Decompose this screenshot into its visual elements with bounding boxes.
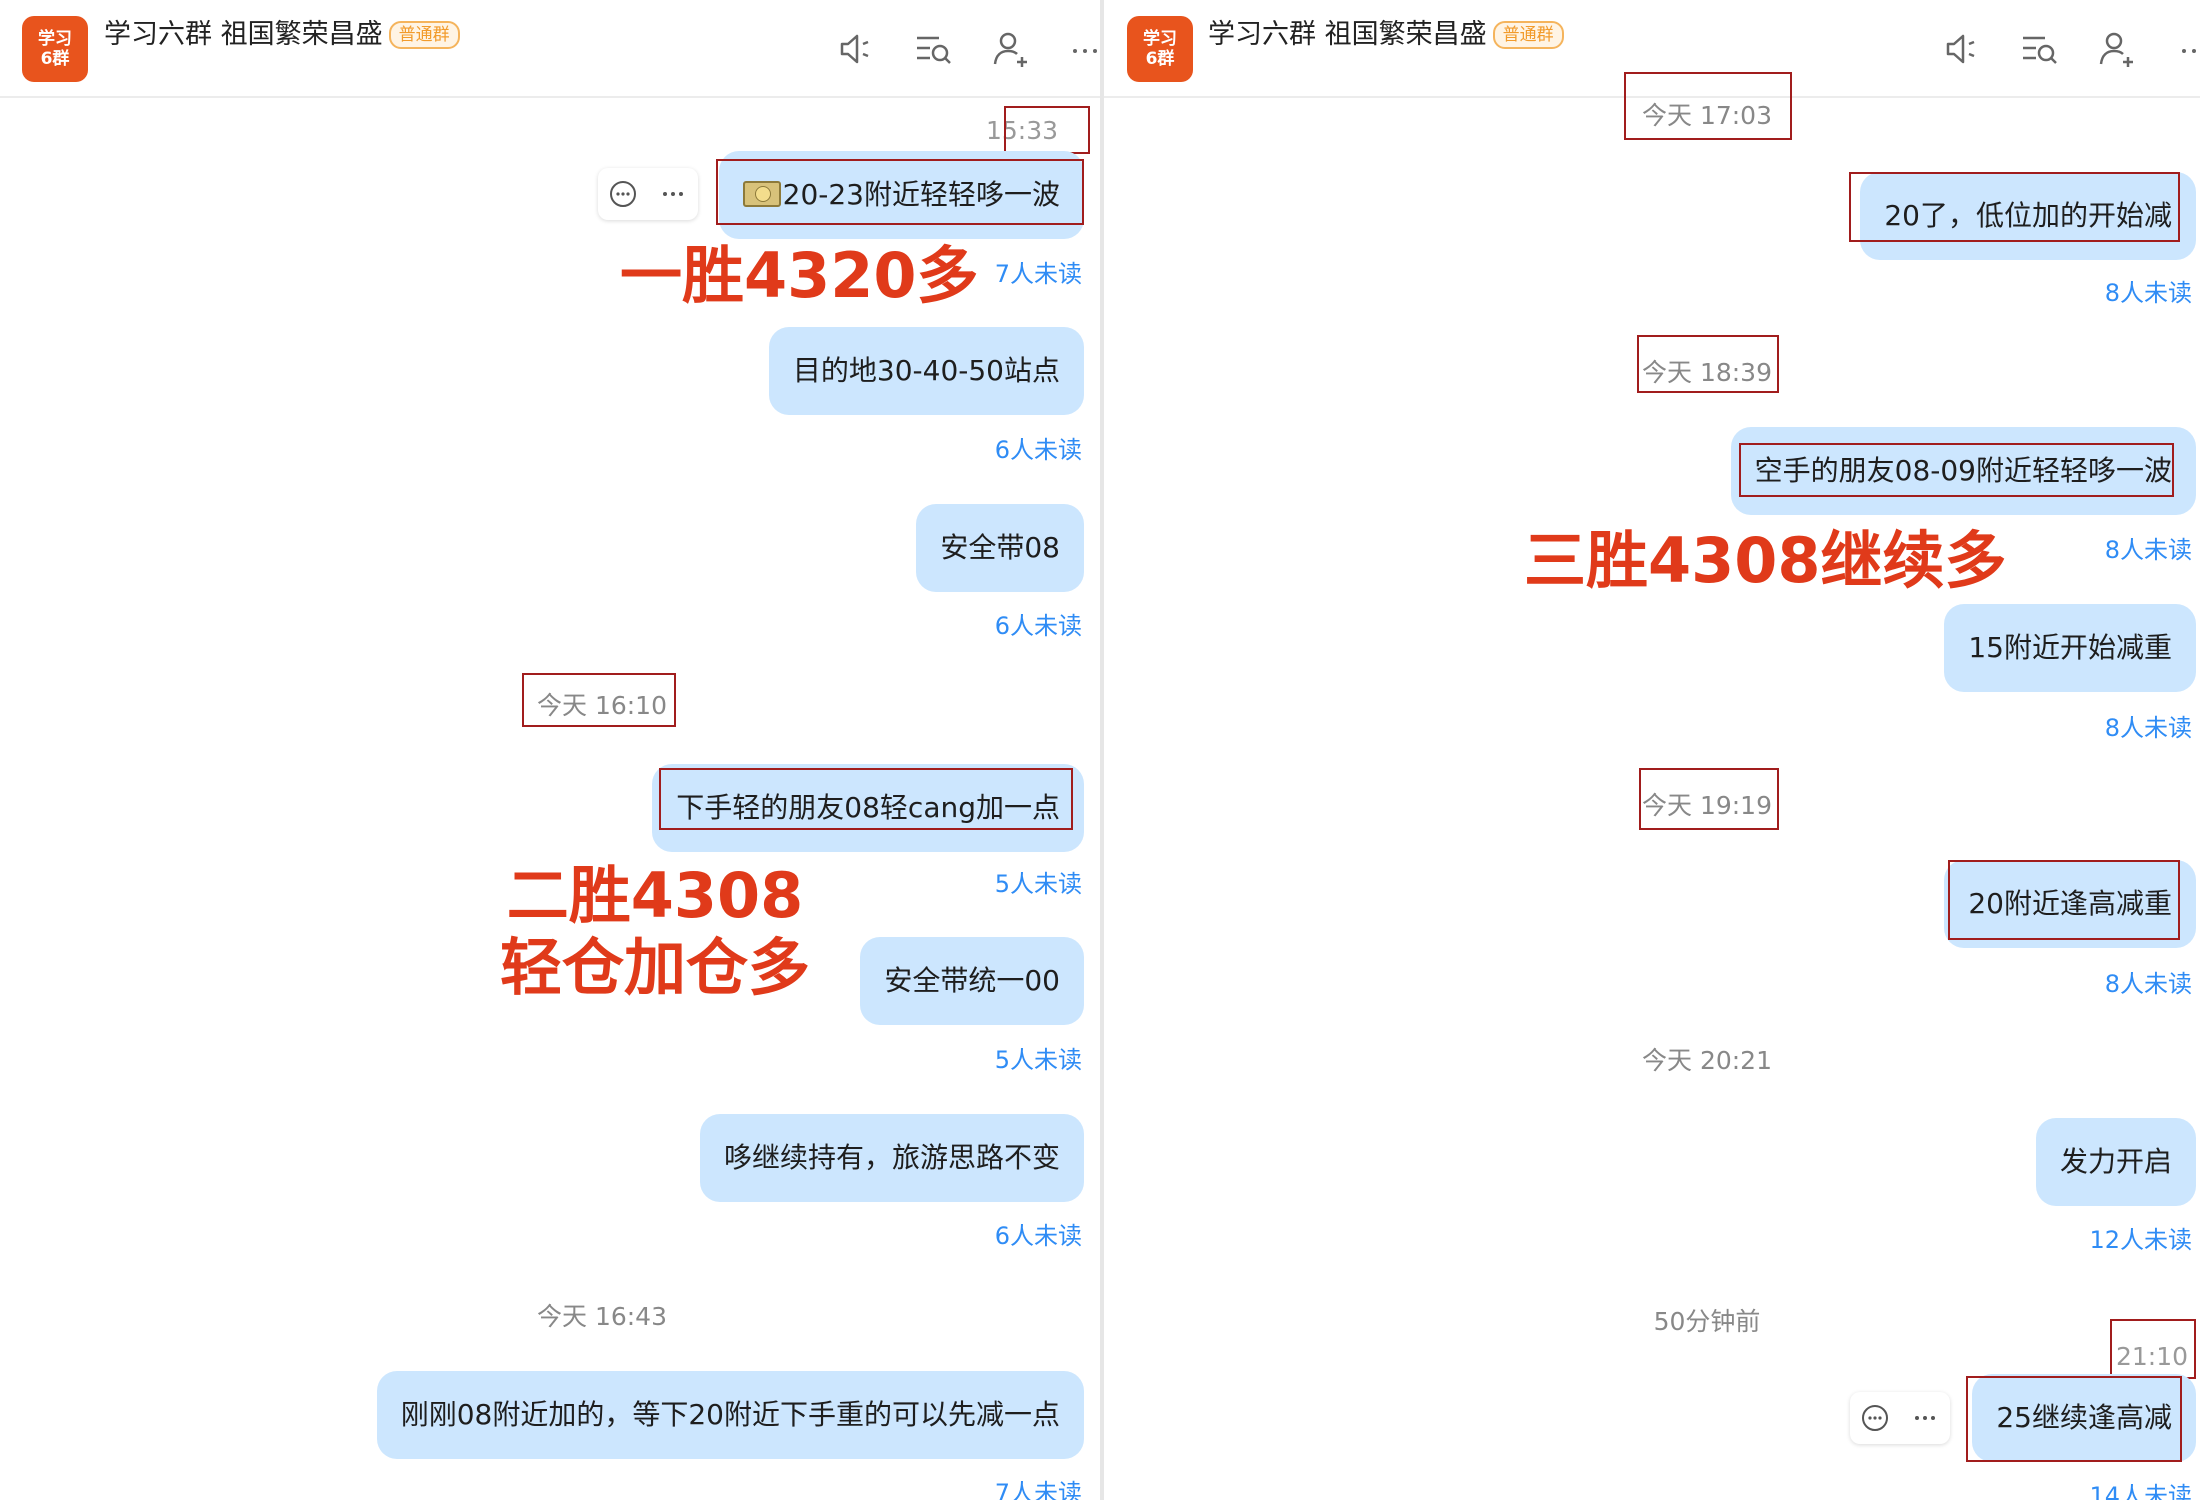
annotation-second-win: 二胜4308 轻仓加仓多	[490, 860, 820, 1004]
group-avatar[interactable]: 学习 6群	[1127, 16, 1193, 82]
add-member-icon	[2099, 32, 2133, 67]
group-type-badge: 普通群	[1492, 21, 1564, 49]
avatar-line2: 6群	[1145, 49, 1175, 69]
chat-header: 学习 6群 学习六群 祖国繁荣昌盛 普通群	[1104, 0, 2200, 98]
unread-count[interactable]: 8人未读	[2105, 273, 2192, 308]
chat-search-icon	[917, 36, 951, 64]
avatar-line1: 学习	[38, 29, 72, 49]
group-title[interactable]: 学习六群 祖国繁荣昌盛 普通群	[104, 12, 460, 51]
time-separator: 今天 16:10	[537, 691, 667, 720]
message-bubble[interactable]: 15附近开始减重	[1944, 604, 2196, 692]
message-bubble[interactable]: 目的地30-40-50站点	[768, 327, 1084, 415]
unread-count[interactable]: 8人未读	[2105, 708, 2192, 743]
unread-count[interactable]: 7人未读	[995, 254, 1082, 289]
unread-count[interactable]: 5人未读	[995, 1040, 1082, 1075]
avatar-line2: 6群	[40, 49, 70, 69]
add-member-icon	[993, 32, 1027, 67]
unread-count[interactable]: 6人未读	[995, 430, 1082, 465]
unread-count[interactable]: 14人未读	[2089, 1476, 2192, 1500]
group-name: 学习六群 祖国繁荣昌盛	[1208, 19, 1487, 50]
message-bubble[interactable]: 下手轻的朋友08轻cang加一点	[652, 764, 1084, 852]
ellipsis-icon[interactable]	[656, 177, 690, 211]
message-bubble[interactable]: 安全带统一00	[860, 937, 1084, 1025]
right-chat-panel: 学习 6群 学习六群 祖国繁荣昌盛 普通群 今天 17:03 20了，低位加的开始…	[1104, 0, 2200, 1500]
mute-button[interactable]	[830, 24, 880, 74]
avatar-line1: 学习	[1143, 29, 1177, 49]
time-separator: 今天 19:19	[1642, 791, 1772, 820]
unread-count[interactable]: 5人未读	[995, 864, 1082, 899]
header-toolbar	[1936, 24, 2200, 74]
chat-search-button[interactable]	[908, 24, 958, 74]
message-bubble[interactable]: 安全带08	[916, 504, 1084, 592]
comment-icon[interactable]	[606, 177, 640, 211]
more-icon	[2182, 49, 2196, 53]
message-bubble[interactable]: 空手的朋友08-09附近轻轻哆一波	[1730, 427, 2196, 515]
time-separator: 50分钟前	[1653, 1307, 1761, 1336]
message-bubble[interactable]: 20了，低位加的开始减	[1860, 172, 2196, 260]
money-icon	[742, 181, 781, 207]
group-title[interactable]: 学习六群 祖国繁荣昌盛 普通群	[1208, 12, 1564, 51]
message-actions	[1850, 1392, 1950, 1444]
annotation-first-win: 一胜4320多	[620, 239, 979, 312]
time-separator: 今天 18:39	[1642, 358, 1772, 387]
message-bubble[interactable]: 刚刚08附近加的，等下20附近下手重的可以先减一点	[376, 1371, 1084, 1459]
chat-header: 学习 6群 学习六群 祖国繁荣昌盛 普通群	[0, 0, 1100, 98]
time-separator: 今天 17:03	[1642, 101, 1772, 130]
add-member-button[interactable]	[986, 24, 1036, 74]
message-bubble[interactable]: 哆继续持有，旅游思路不变	[699, 1114, 1084, 1202]
annotation-third-win: 三胜4308继续多	[1524, 524, 2007, 597]
message-actions	[598, 168, 698, 220]
message-bubble[interactable]: 发力开启	[2035, 1118, 2196, 1206]
unread-count[interactable]: 6人未读	[995, 606, 1082, 641]
annotation-line: 二胜4308	[506, 859, 804, 932]
message-time: 15:33	[985, 116, 1058, 145]
more-icon	[1073, 49, 1097, 53]
more-button[interactable]	[2166, 24, 2200, 74]
time-separator: 今天 20:21	[1642, 1046, 1772, 1075]
chat-search-icon	[2023, 36, 2057, 64]
chat-search-button[interactable]	[2014, 24, 2064, 74]
unread-count[interactable]: 8人未读	[2105, 964, 2192, 999]
annotation-line: 轻仓加仓多	[499, 931, 810, 1004]
more-button[interactable]	[1060, 24, 1100, 74]
speaker-mute-icon	[1946, 34, 1975, 64]
group-name: 学习六群 祖国繁荣昌盛	[104, 19, 383, 50]
message-time: 21:10	[2115, 1342, 2188, 1371]
unread-count[interactable]: 7人未读	[995, 1473, 1082, 1500]
header-toolbar	[830, 24, 1100, 74]
group-avatar[interactable]: 学习 6群	[22, 16, 88, 82]
left-chat-panel: 学习 6群 学习六群 祖国繁荣昌盛 普通群 15:33 20-23附近轻轻哆一波…	[0, 0, 1100, 1500]
message-bubble[interactable]: 25继续逢高减	[1972, 1374, 2196, 1462]
message-bubble[interactable]: 20附近逢高减重	[1944, 860, 2196, 948]
speaker-mute-icon	[840, 34, 869, 64]
group-type-badge: 普通群	[388, 21, 460, 49]
comment-icon[interactable]	[1858, 1401, 1892, 1435]
message-bubble[interactable]: 20-23附近轻轻哆一波	[718, 151, 1084, 239]
mute-button[interactable]	[1936, 24, 1986, 74]
unread-count[interactable]: 12人未读	[2089, 1220, 2192, 1255]
ellipsis-icon[interactable]	[1908, 1401, 1942, 1435]
unread-count[interactable]: 6人未读	[995, 1216, 1082, 1251]
time-separator: 今天 16:43	[537, 1302, 667, 1331]
unread-count[interactable]: 8人未读	[2105, 530, 2192, 565]
add-member-button[interactable]	[2092, 24, 2142, 74]
